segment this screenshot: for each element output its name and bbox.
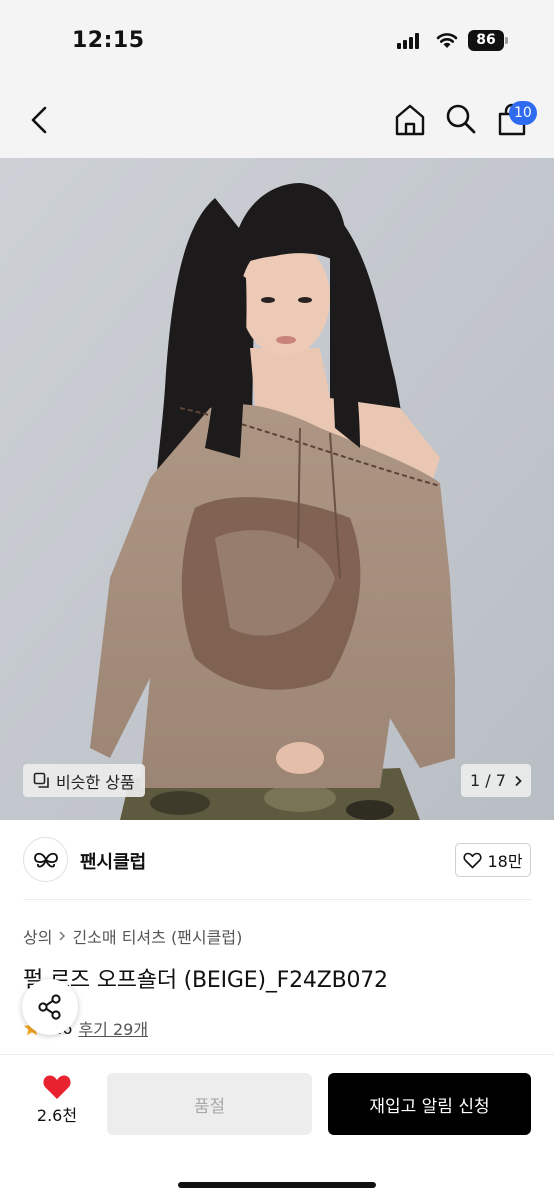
similar-products-icon — [33, 772, 49, 788]
product-photo — [0, 158, 554, 820]
breadcrumb-category[interactable]: 상의 — [23, 924, 52, 948]
brand-name[interactable]: 팬시클럽 — [80, 848, 146, 874]
home-icon[interactable] — [392, 102, 428, 138]
reviews-link[interactable]: 후기 29개 — [78, 1016, 148, 1040]
chevron-right-icon — [515, 775, 522, 786]
image-counter[interactable]: 1 / 7 — [461, 764, 531, 797]
product-title: 펄 로즈 오프숄더 (BEIGE)_F24ZB072 — [23, 968, 388, 993]
wishlist-count: 2.6천 — [36, 1106, 78, 1125]
cellular-signal-icon — [397, 33, 423, 49]
status-time: 12:15 — [72, 28, 145, 53]
brand-logo-icon — [33, 852, 58, 867]
chevron-right-icon — [59, 931, 66, 941]
share-icon — [38, 994, 61, 1020]
heart-outline-icon — [463, 852, 482, 868]
status-bar: 12:15 86 — [0, 0, 554, 80]
heart-filled-icon — [43, 1075, 71, 1099]
cart-count-badge: 10 — [509, 101, 537, 125]
breadcrumb-subcategory[interactable]: 긴소매 티셔츠 (팬시클럽) — [72, 924, 242, 948]
share-button[interactable] — [22, 979, 78, 1035]
similar-products-label: 비슷한 상품 — [56, 772, 135, 792]
wishlist-button[interactable]: 2.6천 — [30, 1074, 84, 1126]
brand-like-button[interactable]: 18만 — [455, 843, 531, 877]
soldout-button: 품절 — [107, 1073, 312, 1135]
battery-icon: 86 — [468, 30, 508, 51]
similar-products-button[interactable]: 비슷한 상품 — [23, 764, 145, 797]
battery-level: 86 — [468, 30, 504, 51]
divider — [23, 899, 531, 900]
brand-like-count: 18만 — [487, 852, 523, 871]
wifi-icon — [436, 33, 458, 48]
restock-alert-button[interactable]: 재입고 알림 신청 — [328, 1073, 531, 1135]
back-arrow-icon[interactable] — [24, 102, 56, 138]
search-icon[interactable] — [444, 102, 478, 136]
brand-logo[interactable] — [23, 837, 68, 882]
breadcrumb: 상의 긴소매 티셔츠 (팬시클럽) — [23, 924, 242, 948]
product-image-carousel[interactable] — [0, 158, 554, 820]
home-indicator[interactable] — [178, 1182, 376, 1188]
image-counter-text: 1 / 7 — [470, 771, 506, 790]
top-nav — [0, 80, 554, 158]
